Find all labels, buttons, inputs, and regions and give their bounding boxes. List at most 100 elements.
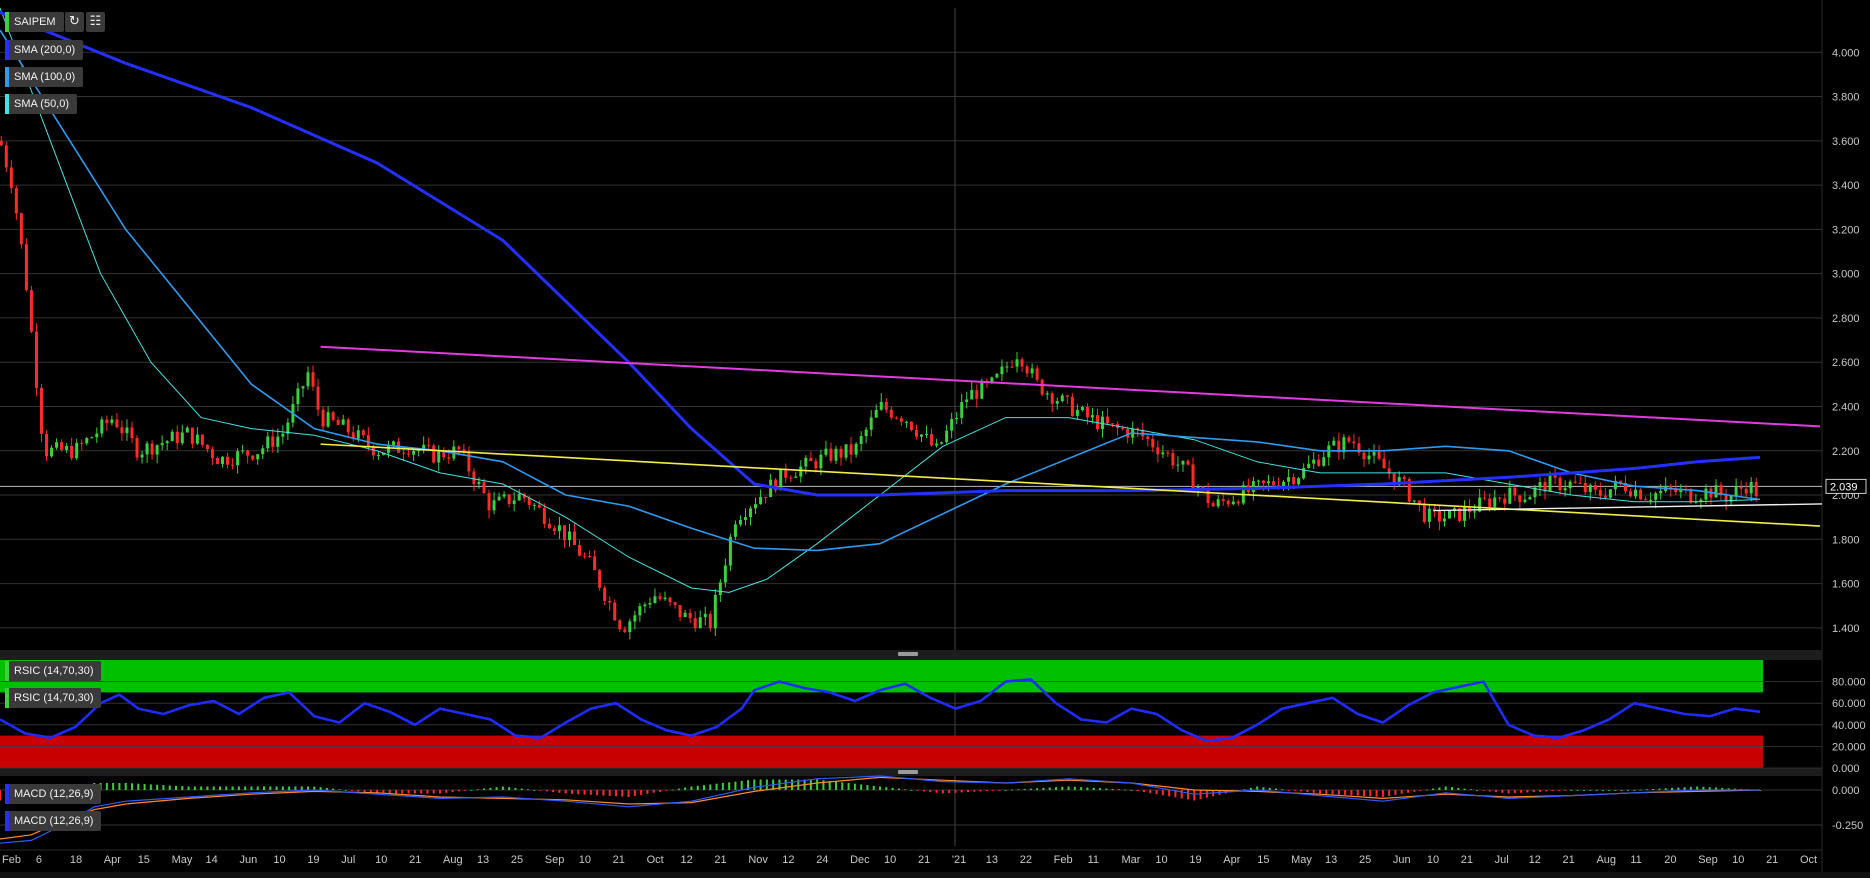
macd-histogram-bar [835, 781, 837, 790]
macd-histogram-bar [501, 786, 504, 790]
indicator-settings-button[interactable]: ☷ [86, 12, 105, 32]
macd-histogram-bar [1482, 790, 1485, 791]
time-tick-label: Aug [1596, 854, 1616, 866]
macd-histogram-bar [734, 781, 737, 790]
macd-histogram-bar [1545, 790, 1548, 792]
legend-sma50[interactable]: SMA (50,0) [5, 94, 78, 114]
candle-body [150, 443, 154, 455]
horizontal-scrollbar[interactable] [0, 872, 1870, 878]
candle-body [1578, 482, 1582, 484]
candle-body [1548, 475, 1552, 492]
candle-body [1442, 518, 1446, 522]
candle-body [1437, 509, 1441, 522]
candle-body [90, 437, 94, 439]
price-tick-label: 2.400 [1832, 401, 1860, 413]
time-tick-label: 13 [1325, 854, 1337, 866]
macd-histogram-bar [451, 790, 454, 793]
macd-histogram-bar [1199, 790, 1202, 800]
candle-body [1196, 486, 1200, 489]
legend-symbol-label: SAIPEM [14, 16, 56, 28]
candle-body [658, 596, 662, 600]
time-tick-label: 11 [1088, 854, 1099, 866]
refresh-icon: ↻ [69, 14, 80, 29]
macd-histogram-bar [1476, 790, 1479, 791]
macd-histogram-bar [1268, 787, 1271, 790]
candle-body [919, 434, 923, 437]
legend-rsi-1[interactable]: RSIC (14,70,30) [5, 661, 102, 681]
macd-histogram-bar [105, 783, 108, 790]
macd-histogram-bar [319, 787, 322, 790]
macd-histogram-bar [866, 785, 869, 790]
macd-histogram-bar [137, 783, 140, 790]
candle-body [447, 457, 451, 459]
candle-body [236, 451, 240, 466]
stock-chart[interactable]: 4.000 3.800 3.600 3.400 3.200 3.000 2.800 2.600… [0, 0, 1870, 878]
time-tick-label: Mar [1122, 854, 1141, 866]
macd-histogram-bar [1683, 787, 1686, 790]
candle-body [663, 597, 667, 600]
price-tick-label: 2.800 [1832, 313, 1860, 325]
candle-body [557, 525, 561, 532]
candle-body [1372, 451, 1376, 456]
macd-histogram-bar [602, 790, 605, 796]
candle-body [80, 442, 84, 444]
macd-histogram-bar [1149, 790, 1152, 794]
candle-body [130, 427, 134, 439]
macd-histogram-bar [872, 785, 875, 790]
macd-histogram-bar [439, 790, 441, 794]
pane-resize-handle[interactable] [898, 770, 918, 774]
legend-sma100[interactable]: SMA (100,0) [5, 67, 84, 87]
macd-histogram-bar [1627, 790, 1629, 791]
candle-body [1629, 491, 1633, 497]
macd-histogram-bar [357, 790, 360, 792]
macd-histogram-bar [124, 783, 127, 790]
time-tick-label: 21 [714, 854, 726, 866]
macd-histogram-bar [954, 790, 957, 793]
time-tick-label: 21 [1461, 854, 1473, 866]
candle-body [1146, 436, 1150, 439]
price-tick-label: 1.800 [1832, 534, 1860, 546]
candle-body [55, 442, 59, 448]
legend-sma200[interactable]: SMA (200,0) [5, 40, 84, 60]
pane-resize-handle[interactable] [898, 652, 918, 656]
candle-body [19, 213, 23, 245]
macd-histogram-bar [715, 783, 718, 790]
candle-body [1171, 453, 1175, 466]
candle-body [809, 457, 813, 462]
legend-symbol[interactable]: SAIPEM [5, 12, 64, 32]
legend-rsi-2[interactable]: RSIC (14,70,30) [5, 688, 102, 708]
candle-body [849, 444, 853, 455]
candle-body [1005, 366, 1009, 368]
candle-body [673, 602, 677, 606]
macd-histogram-bar [395, 790, 397, 794]
candle-body [0, 140, 3, 146]
rsi-tick-label: 80.000 [1832, 677, 1866, 689]
candle-body [754, 504, 758, 509]
candle-body [341, 419, 345, 425]
candle-body [1256, 480, 1260, 482]
candle-body [1498, 497, 1502, 499]
candle-body [1322, 457, 1326, 466]
macd-histogram-bar [1388, 790, 1391, 796]
candle-body [9, 167, 13, 189]
macd-histogram-bar [998, 790, 1001, 791]
candle-body [1211, 503, 1215, 507]
refresh-button[interactable]: ↻ [65, 12, 84, 32]
macd-histogram-bar [1067, 786, 1070, 790]
legend-macd-2[interactable]: MACD (12,26,9) [5, 811, 102, 831]
candle-body [648, 602, 652, 605]
candle-body [507, 494, 511, 505]
candle-body [532, 504, 536, 506]
macd-histogram-bar [413, 790, 416, 794]
candle-body [85, 438, 89, 444]
candle-body [1362, 452, 1366, 460]
candle-body [1266, 481, 1270, 484]
candle-body [578, 545, 582, 556]
macd-histogram-bar [212, 786, 215, 790]
candle-body [502, 494, 506, 497]
candle-body [316, 386, 320, 410]
legend-macd-1[interactable]: MACD (12,26,9) [5, 784, 102, 804]
candle-body [945, 430, 949, 443]
time-tick-label: Feb [1054, 854, 1073, 866]
time-tick-label: 19 [1189, 854, 1201, 866]
